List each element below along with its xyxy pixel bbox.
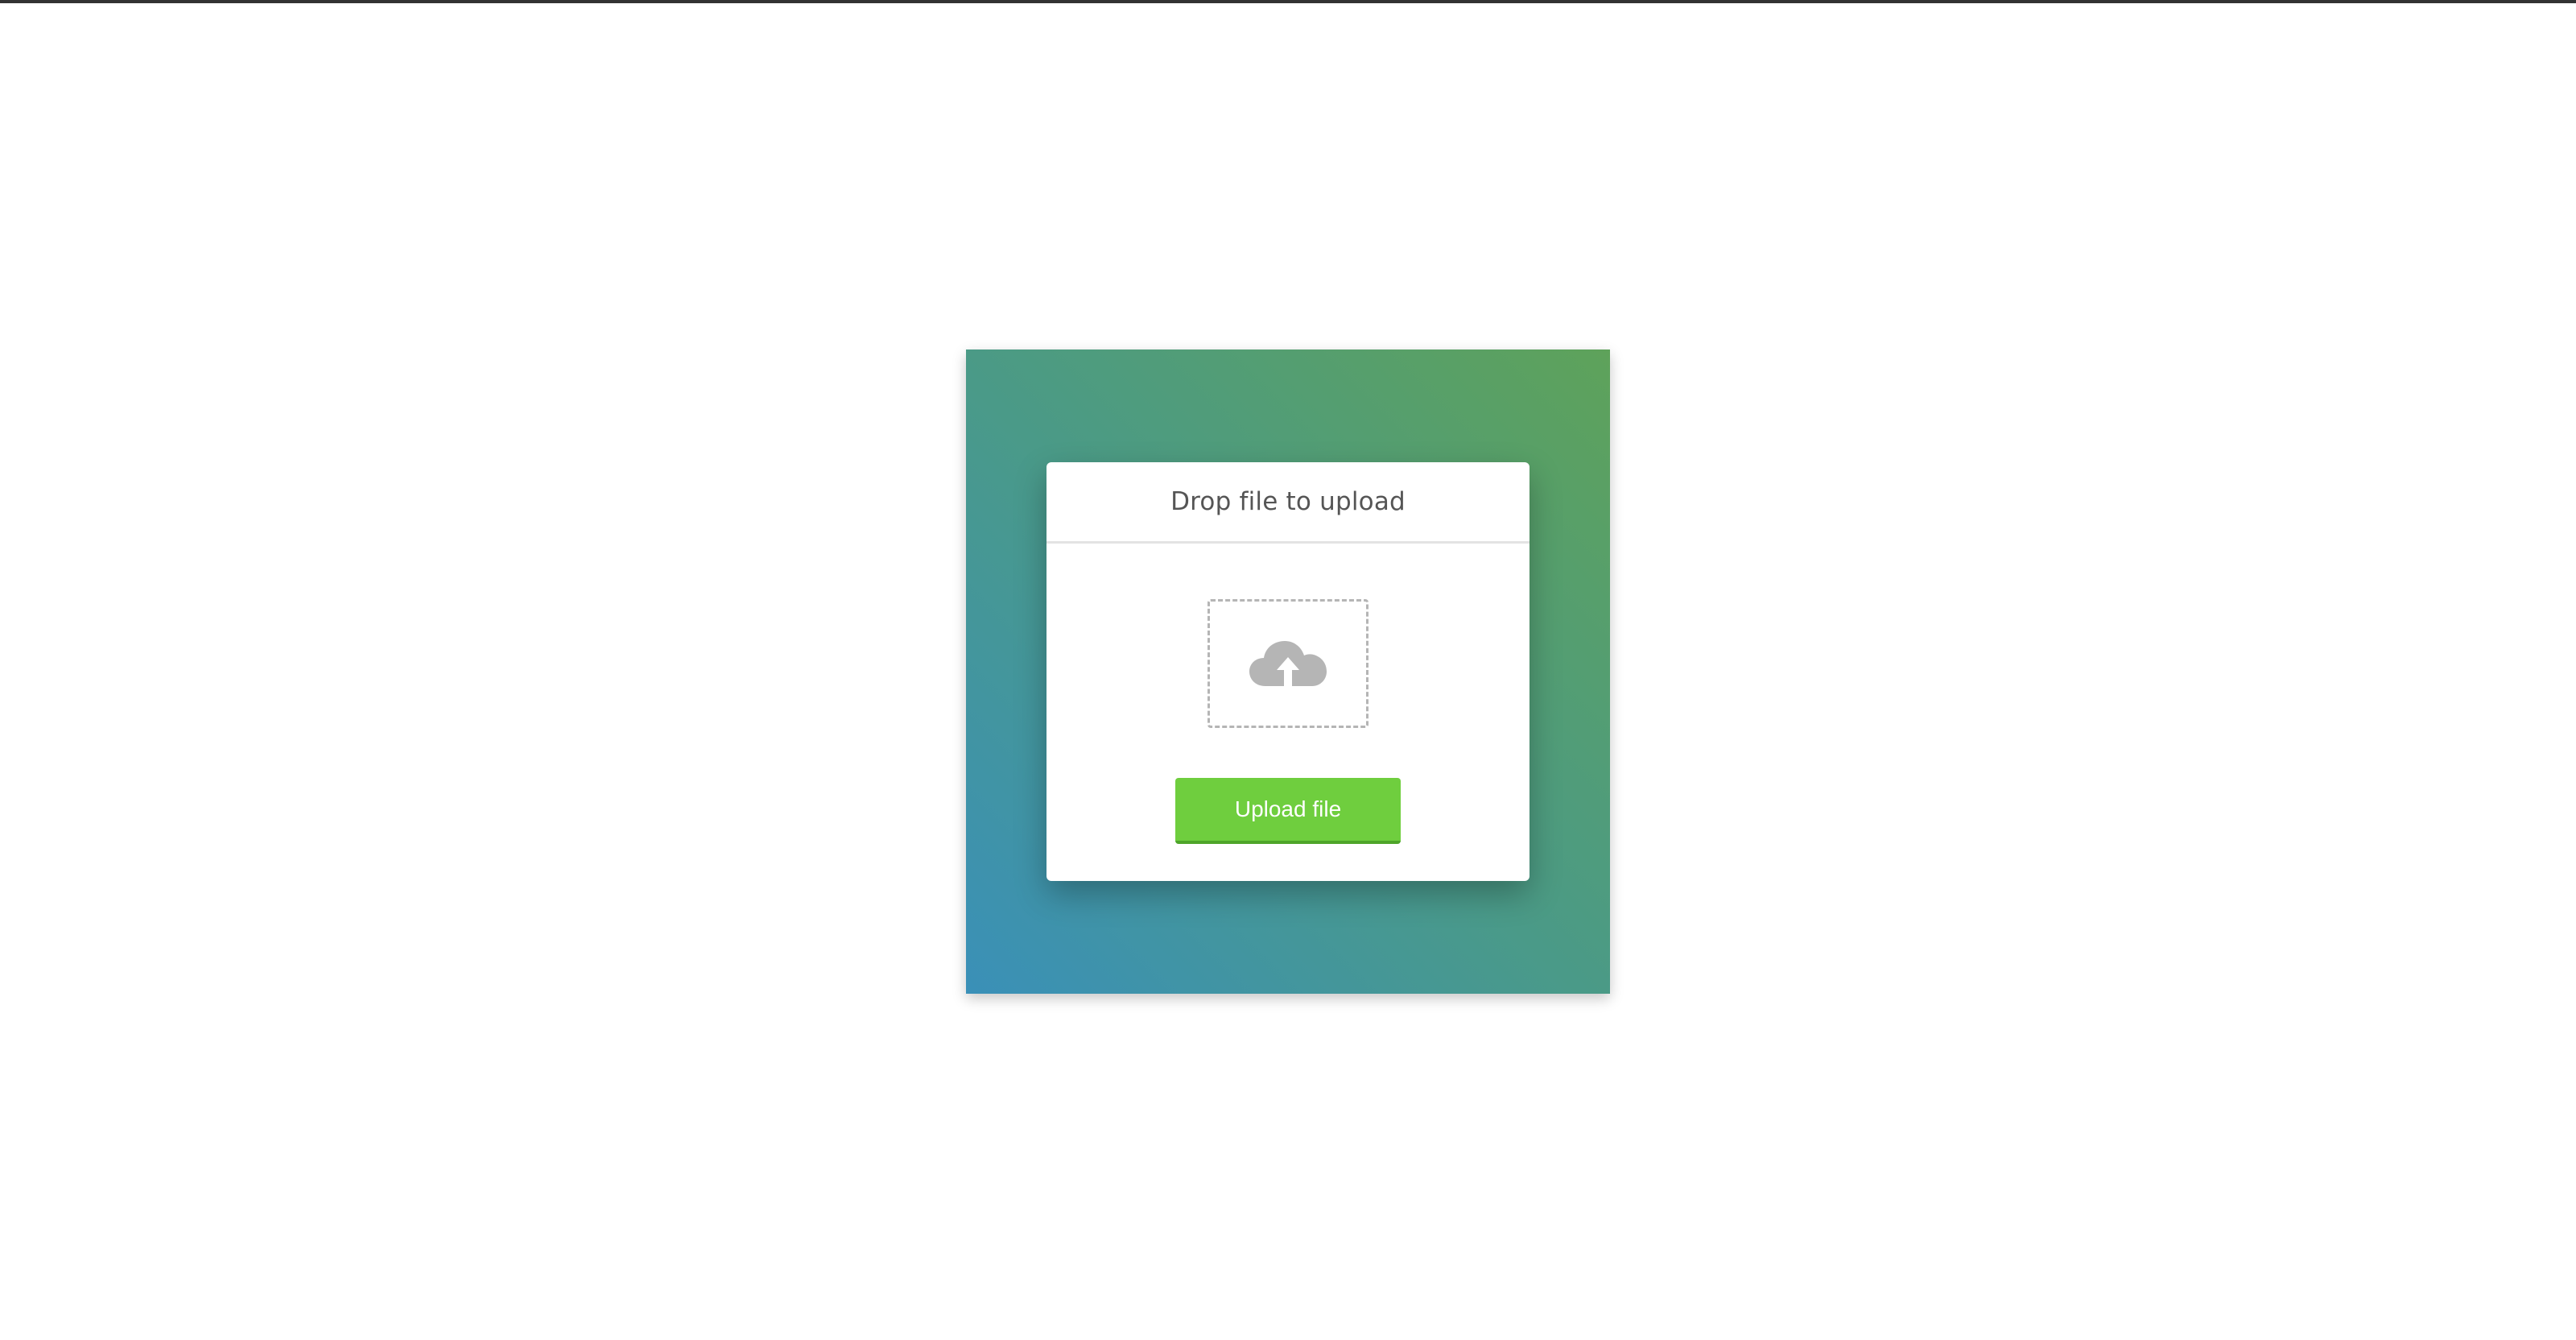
upload-card: Drop file to upload Upload file xyxy=(1046,462,1530,881)
file-drop-zone[interactable] xyxy=(1208,599,1368,728)
card-header: Drop file to upload xyxy=(1046,462,1530,544)
gradient-backdrop: Drop file to upload Upload file xyxy=(966,349,1610,994)
cloud-upload-icon xyxy=(1248,638,1328,689)
upload-file-button[interactable]: Upload file xyxy=(1175,778,1401,844)
upload-title: Drop file to upload xyxy=(1170,487,1406,516)
top-border xyxy=(0,0,2576,3)
